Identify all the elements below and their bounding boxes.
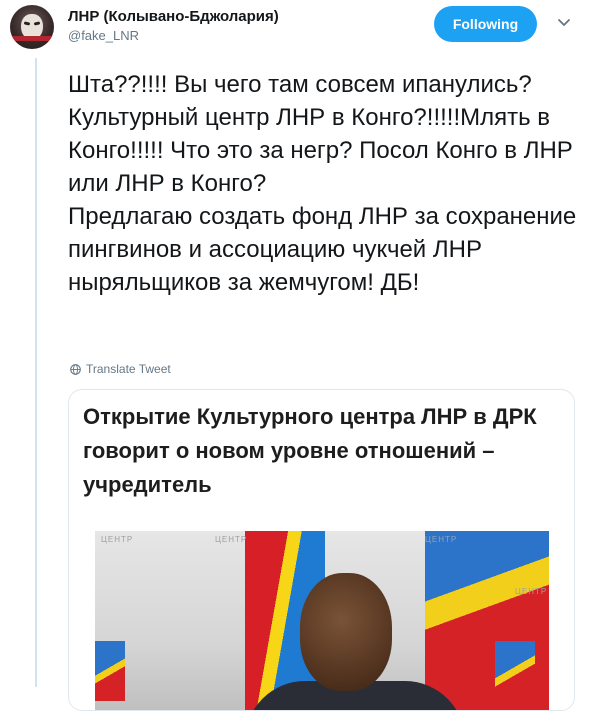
link-preview-card[interactable]: Открытие Культурного центра ЛНР в ДРК го… bbox=[68, 389, 575, 711]
following-button[interactable]: Following bbox=[434, 6, 537, 42]
chevron-down-icon[interactable] bbox=[556, 14, 572, 30]
tweet-paragraph: Предлагаю создать фонд ЛНР за сохранение… bbox=[68, 203, 577, 296]
photo-watermark: ЦЕНТР bbox=[425, 535, 458, 544]
card-photo: ЦЕНТР ЦЕНТР ЦЕНТР ЦЕНТР bbox=[95, 531, 549, 710]
avatar[interactable] bbox=[10, 5, 54, 49]
translate-tweet-link[interactable]: Translate Tweet bbox=[70, 362, 171, 376]
flag-image bbox=[95, 641, 125, 701]
tweet-text: Шта??!!!! Вы чего там совсем ипанулись? … bbox=[68, 68, 588, 299]
flag-image bbox=[495, 641, 535, 701]
photo-watermark: ЦЕНТР bbox=[515, 587, 548, 596]
globe-icon bbox=[70, 363, 81, 375]
thread-line bbox=[35, 58, 37, 687]
user-display-name[interactable]: ЛНР (Колывано-Бджолария) bbox=[68, 8, 279, 25]
photo-watermark: ЦЕНТР bbox=[101, 535, 134, 544]
translate-label: Translate Tweet bbox=[86, 362, 171, 376]
card-title: Открытие Культурного центра ЛНР в ДРК го… bbox=[83, 404, 537, 497]
photo-watermark: ЦЕНТР bbox=[215, 535, 248, 544]
person-head bbox=[300, 573, 392, 691]
tweet-paragraph: Шта??!!!! Вы чего там совсем ипанулись? … bbox=[68, 71, 573, 197]
avatar-band bbox=[10, 36, 54, 41]
user-handle[interactable]: @fake_LNR bbox=[68, 28, 139, 43]
